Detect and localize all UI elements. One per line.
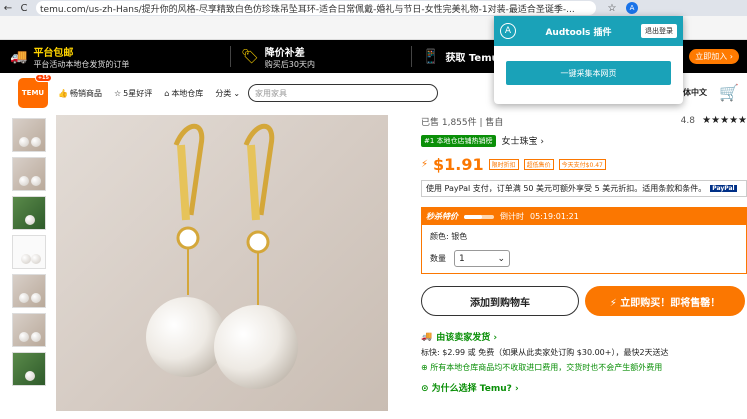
nav-label: 本地仓库 <box>171 88 204 98</box>
discount-tag: 限时折扣 <box>488 159 519 170</box>
extension-icon[interactable]: A <box>626 2 638 14</box>
product-info: 已售 1,855件 | 售自 4.8 ★★★★★ #1 本地仓店铺热销榜 女士珠… <box>421 115 747 394</box>
sold-row: 已售 1,855件 | 售自 4.8 ★★★★★ <box>421 115 747 128</box>
nav-bestsellers[interactable]: 👍 畅销商品 <box>58 88 102 99</box>
ship-header[interactable]: 🚚 由该卖家发货 › <box>421 330 747 344</box>
category-link[interactable]: 女士珠宝 › <box>502 134 544 147</box>
thumb-up-icon: 👍 <box>58 88 68 98</box>
bestseller-badge[interactable]: #1 本地仓店铺热销榜 <box>421 134 496 147</box>
price-tag-icon: 🏷 <box>241 48 259 65</box>
flash-sale-header: 秒杀特价 倒计时 05:19:01:21 <box>422 208 746 225</box>
nav-local-warehouse[interactable]: ⌂ 本地仓库 <box>164 88 203 99</box>
free-shipping-promo[interactable]: 🚚 平台包邮 平台活动本地仓发货的订单 <box>0 40 230 73</box>
logo-text: TEMU <box>21 89 45 97</box>
bookmark-star-icon[interactable]: ☆ <box>604 3 620 14</box>
nav-five-star[interactable]: ☆ 5星好评 <box>114 88 152 99</box>
countdown-timer: 05:19:01:21 <box>530 212 579 221</box>
url-text: temu.com/us-zh-Hans/提升你的风格-尽享精致白色仿珍珠吊坠耳环… <box>40 4 575 15</box>
flash-progress <box>464 214 494 219</box>
add-to-cart-button[interactable]: 添加到购物车 <box>421 286 579 316</box>
why-temu-link[interactable]: ⊙ 为什么选择 Temu? › <box>421 381 747 394</box>
audtools-popup: A Audtools 插件 退出登录 一键采集本网页 <box>494 16 683 104</box>
thumbnail[interactable] <box>12 157 46 191</box>
variant-section: 颜色: 银色 数量 1 ⌄ <box>422 225 746 273</box>
nav-label: 畅销商品 <box>69 88 102 98</box>
shipping-info: 🚚 由该卖家发货 › 标快: $2.99 或 免费（如果从此卖家处订购 $30.… <box>421 330 747 373</box>
price-row: ⚡ $1.91 限时折扣 超低售价 今天支付$0.47 <box>421 155 747 174</box>
action-buttons: 添加到购物车 ⚡ 立即购买！即将售罄！ <box>421 286 747 316</box>
earring-illustration <box>146 123 298 389</box>
price-adjust-promo[interactable]: 🏷 降价补差 购买后30天内 <box>231 40 411 73</box>
top-nav: 👍 畅销商品 ☆ 5星好评 ⌂ 本地仓库 分类 ⌄ <box>58 88 240 99</box>
flash-sale-label: 秒杀特价 <box>426 212 458 221</box>
paypal-text: 使用 PayPal 支付，订单满 50 美元可额外享受 5 美元折扣。适用条款和… <box>426 184 707 193</box>
nav-label: 5星好评 <box>123 88 153 98</box>
nav-label: 分类 <box>215 88 232 98</box>
thumbnail[interactable] <box>12 235 46 269</box>
quantity-value: 1 <box>459 253 465 264</box>
back-icon[interactable]: ← <box>0 3 16 14</box>
price: $1.91 <box>433 155 484 174</box>
search-input[interactable]: 家用家具 <box>248 84 439 102</box>
stars-icon: ★★★★★ <box>702 115 747 126</box>
logout-button[interactable]: 退出登录 <box>641 24 677 38</box>
popup-header: A Audtools 插件 退出登录 <box>494 16 683 46</box>
quantity-label: 数量 <box>430 254 446 263</box>
popup-title: Audtools 插件 <box>545 27 612 38</box>
flash-sale-box: 秒杀特价 倒计时 05:19:01:21 颜色: 银色 数量 1 ⌄ <box>421 207 747 274</box>
quantity-select[interactable]: 1 ⌄ <box>454 250 510 267</box>
warehouse-icon: ⌂ <box>164 88 170 98</box>
color-label: 颜色: 银色 <box>430 232 468 241</box>
free-ship-sub: 平台活动本地仓发货的订单 <box>33 59 130 69</box>
subsidy-title: 降价补差 <box>264 47 305 59</box>
truck-icon: 🚚 <box>421 331 433 342</box>
star-icon: ☆ <box>113 88 122 98</box>
join-button[interactable]: 立即加入 › <box>689 49 739 64</box>
ship-line-1: 标快: $2.99 或 免费（如果从此卖家处订购 $30.00+），最快2天送达 <box>421 348 669 357</box>
thumbnail[interactable] <box>12 196 46 230</box>
rating-value: 4.8 <box>680 116 695 126</box>
buy-now-button[interactable]: ⚡ 立即购买！即将售罄！ <box>585 286 745 316</box>
badge-row: #1 本地仓店铺热销榜 女士珠宝 › <box>421 134 747 147</box>
low-price-tag: 超低售价 <box>523 159 554 170</box>
logo-badge: +15 <box>34 74 52 82</box>
pay-today-tag: 今天支付$0.47 <box>558 159 606 170</box>
address-bar[interactable]: temu.com/us-zh-Hans/提升你的风格-尽享精致白色仿珍珠吊坠耳环… <box>36 1 596 15</box>
collect-page-button[interactable]: 一键采集本网页 <box>506 61 671 85</box>
subsidy-sub: 购买后30天内 <box>264 59 315 69</box>
temu-logo[interactable]: TEMU +15 <box>18 74 52 108</box>
paypal-logo: PayPal <box>710 185 737 192</box>
get-app-title: 获取 Temu <box>445 53 499 64</box>
cart-icon[interactable]: 🛒 <box>719 83 739 102</box>
chevron-down-icon: ⌄ <box>233 88 241 98</box>
chevron-down-icon: ⌄ <box>497 253 505 264</box>
paypal-banner[interactable]: 使用 PayPal 支付，订单满 50 美元可额外享受 5 美元折扣。适用条款和… <box>421 180 747 197</box>
main-product-image[interactable] <box>56 115 388 411</box>
nav-categories[interactable]: 分类 ⌄ <box>215 88 240 99</box>
truck-icon: 🚚 <box>10 48 28 65</box>
thumbnail-list <box>12 118 48 391</box>
phone-icon: 📱 <box>422 48 440 65</box>
store-label[interactable]: 售自 <box>485 118 503 128</box>
free-ship-title: 平台包邮 <box>33 47 74 59</box>
flash-icon: ⚡ <box>421 159 429 170</box>
reload-icon[interactable]: C <box>16 3 32 14</box>
audtools-logo-icon: A <box>500 23 516 39</box>
countdown-label: 倒计时 <box>500 212 524 221</box>
ship-head-text: 由该卖家发货 › <box>436 333 498 343</box>
get-app-promo[interactable]: 📱 获取 Temu <box>412 40 499 73</box>
browser-toolbar: ← C temu.com/us-zh-Hans/提升你的风格-尽享精致白色仿珍珠… <box>0 0 747 16</box>
thumbnail[interactable] <box>12 352 46 386</box>
thumbnail[interactable] <box>12 274 46 308</box>
thumbnail[interactable] <box>12 313 46 347</box>
rating[interactable]: 4.8 ★★★★★ <box>681 115 747 128</box>
quantity-row: 数量 1 ⌄ <box>430 250 738 267</box>
sold-count: 已售 1,855件 <box>421 118 477 128</box>
ship-line-2: ⊕ 所有本地仓库商品均不收取进口费用，交货时也不会产生额外费用 <box>421 363 663 372</box>
thumbnail[interactable] <box>12 118 46 152</box>
